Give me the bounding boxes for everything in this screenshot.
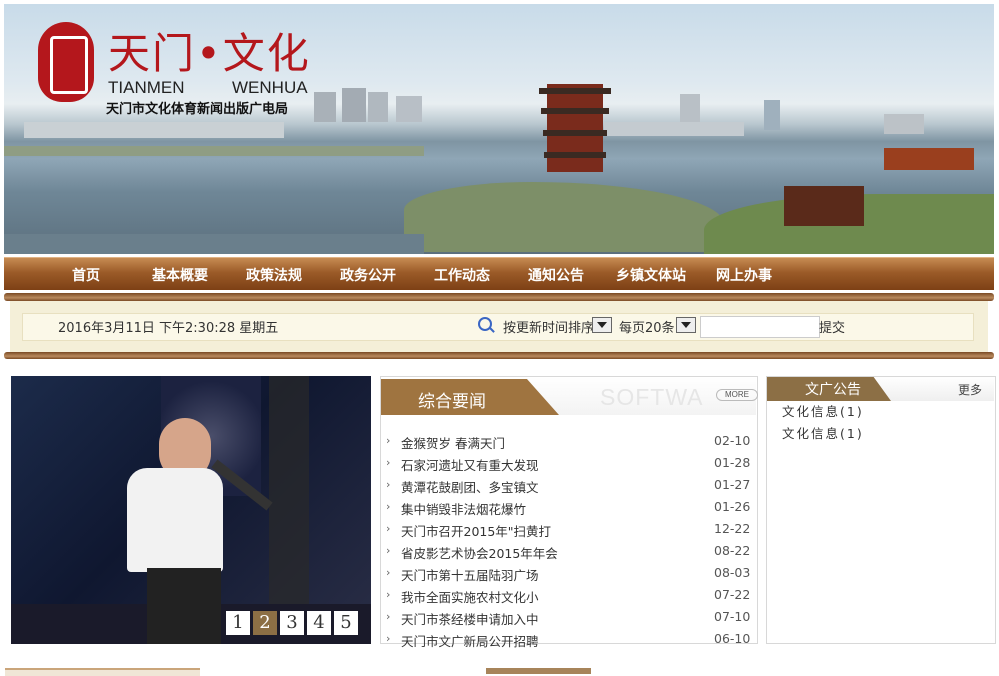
news-item[interactable]: › 石家河遗址又有重大发现 01-28: [386, 454, 756, 476]
seal-logo-icon: [38, 22, 94, 102]
news-item-date: 06-10: [714, 631, 751, 646]
chevron-right-icon: ›: [386, 544, 391, 557]
news-item[interactable]: › 天门市文广新局公开招聘 06-10: [386, 630, 756, 652]
news-item-title[interactable]: 省皮影艺术协会2015年年会: [401, 543, 558, 562]
news-item-date: 02-10: [714, 433, 751, 448]
chevron-right-icon: ›: [386, 434, 391, 447]
submit-button[interactable]: 提交: [819, 317, 845, 336]
news-item-date: 08-03: [714, 565, 751, 580]
slide-page-1[interactable]: 1: [226, 611, 250, 635]
per-page-dropdown-chevron-down-icon[interactable]: [676, 317, 696, 333]
news-item-date: 08-22: [714, 543, 751, 558]
chevron-right-icon: ›: [386, 610, 391, 623]
chevron-right-icon: ›: [386, 588, 391, 601]
site-title-en-right: WENHUA: [232, 78, 308, 97]
news-item-title[interactable]: 金猴贺岁 春满天门: [401, 433, 505, 452]
main-nav: 首页 基本概要 政策法规 政务公开 工作动态 通知公告 乡镇文体站 网上办事: [4, 257, 994, 290]
news-item-title[interactable]: 天门市茶经楼申请加入中: [401, 609, 539, 628]
site-org-name: 天门市文化体育新闻出版广电局: [106, 102, 289, 117]
nav-online-services[interactable]: 网上办事: [716, 265, 772, 285]
news-item-date: 01-27: [714, 477, 751, 492]
news-item[interactable]: › 金猴贺岁 春满天门 02-10: [386, 432, 756, 454]
slide-page-2[interactable]: 2: [253, 611, 277, 635]
nav-work-news[interactable]: 工作动态: [434, 265, 490, 285]
news-item-title[interactable]: 天门市文广新局公开招聘: [401, 631, 539, 650]
news-item[interactable]: › 省皮影艺术协会2015年年会 08-22: [386, 542, 756, 564]
nav-notices[interactable]: 通知公告: [528, 265, 584, 285]
news-item[interactable]: › 天门市茶经楼申请加入中 07-10: [386, 608, 756, 630]
chevron-right-icon: ›: [386, 522, 391, 535]
news-item[interactable]: › 天门市召开2015年"扫黄打 12-22: [386, 520, 756, 542]
news-more-button[interactable]: MORE: [716, 389, 758, 401]
news-item-date: 12-22: [714, 521, 751, 536]
bottom-section-tab-middle: [486, 668, 591, 674]
news-item-date: 01-26: [714, 499, 751, 514]
site-title-en-left: TIANMEN: [108, 78, 185, 97]
chevron-right-icon: ›: [386, 456, 391, 469]
nav-government[interactable]: 政务公开: [340, 265, 396, 285]
news-item-date: 07-22: [714, 587, 751, 602]
news-item-date: 07-10: [714, 609, 751, 624]
news-item[interactable]: › 集中销毁非法烟花爆竹 01-26: [386, 498, 756, 520]
search-input[interactable]: [700, 316, 820, 338]
featured-slideshow[interactable]: [11, 376, 371, 644]
sort-label: 按更新时间排序: [503, 321, 595, 336]
sort-dropdown-chevron-down-icon[interactable]: [592, 317, 612, 333]
news-item-date: 01-28: [714, 455, 751, 470]
search-icon: [478, 317, 492, 331]
news-item[interactable]: › 天门市第十五届陆羽广场 08-03: [386, 564, 756, 586]
news-item-title[interactable]: 天门市召开2015年"扫黄打: [401, 521, 551, 540]
chevron-right-icon: ›: [386, 566, 391, 579]
slide-page-3[interactable]: 3: [280, 611, 304, 635]
news-list: › 金猴贺岁 春满天门 02-10 › 石家河遗址又有重大发现 01-28 › 黄潭花鼓剧…: [386, 432, 756, 652]
nav-overview[interactable]: 基本概要: [152, 265, 208, 285]
nav-township-stations[interactable]: 乡镇文体站: [616, 265, 686, 285]
notice-title: 文广公告: [805, 382, 861, 398]
slide-page-4[interactable]: 4: [307, 611, 331, 635]
site-title: 天门•文化: [108, 29, 311, 78]
chevron-right-icon: ›: [386, 632, 391, 645]
per-page-label: 每页20条: [619, 321, 675, 336]
news-item-title[interactable]: 天门市第十五届陆羽广场: [401, 565, 539, 584]
bottom-section-tab-left: [5, 668, 200, 676]
scroll-border-top: [4, 293, 994, 301]
news-item[interactable]: › 我市全面实施农村文化小 07-22: [386, 586, 756, 608]
news-item-title[interactable]: 我市全面实施农村文化小: [401, 587, 539, 606]
notice-item[interactable]: 文化信息(1): [782, 401, 864, 420]
news-watermark: SOFTWA: [600, 384, 704, 410]
news-item[interactable]: › 黄潭花鼓剧团、多宝镇文 01-27: [386, 476, 756, 498]
notice-more-link[interactable]: 更多: [958, 381, 982, 398]
current-datetime: 2016年3月11日 下午2:30:28 星期五: [58, 321, 279, 336]
chevron-right-icon: ›: [386, 500, 391, 513]
notice-item[interactable]: 文化信息(1): [782, 423, 864, 442]
news-item-title[interactable]: 黄潭花鼓剧团、多宝镇文: [401, 477, 539, 496]
nav-policy[interactable]: 政策法规: [246, 265, 302, 285]
news-item-title[interactable]: 集中销毁非法烟花爆竹: [401, 499, 526, 518]
slide-page-5[interactable]: 5: [334, 611, 358, 635]
chevron-right-icon: ›: [386, 478, 391, 491]
scroll-border-bottom: [4, 352, 994, 359]
news-title: 综合要闻: [418, 392, 486, 412]
nav-home[interactable]: 首页: [72, 265, 100, 285]
news-item-title[interactable]: 石家河遗址又有重大发现: [401, 455, 539, 474]
